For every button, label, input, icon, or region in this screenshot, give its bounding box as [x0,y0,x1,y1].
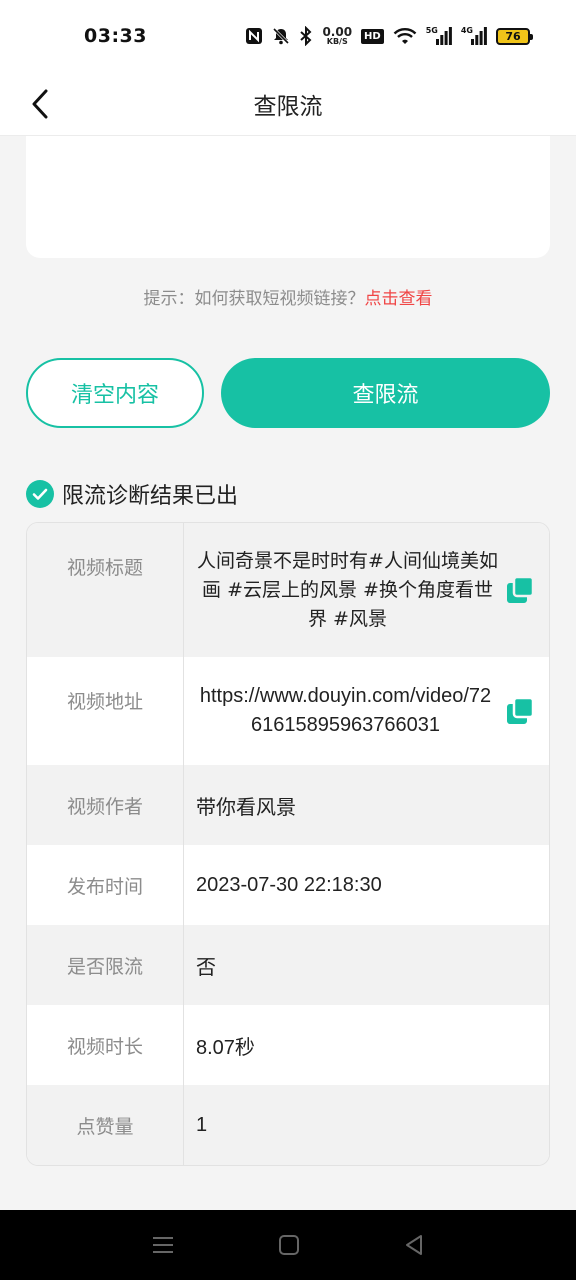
status-bar: 03:33 0.00 KB/S HD 5G 4G 76 [0,0,576,72]
table-row: 视频地址 https://www.douyin.com/video/726161… [27,657,549,765]
row-value: 人间奇景不是时时有#人间仙境美如画 #云层上的风景 #换个角度看世界 #风景 [184,523,549,657]
row-label: 发布时间 [27,845,184,925]
table-row: 视频作者 带你看风景 [27,765,549,845]
throttled-value: 否 [196,956,216,979]
row-label: 视频标题 [27,523,184,657]
back-button[interactable] [20,82,60,126]
back-triangle-icon[interactable] [404,1234,424,1256]
table-row: 视频时长 8.07秒 [27,1005,549,1085]
status-time: 03:33 [84,25,147,47]
mute-bell-icon [272,27,290,45]
hint-text: 提示：如何获取短视频链接？点击查看 [143,289,433,309]
status-icons: 0.00 KB/S HD 5G 4G 76 [245,25,533,46]
home-icon[interactable] [278,1234,300,1256]
page-title: 查限流 [253,93,323,120]
signal-5g-icon: 5G [426,26,452,45]
battery-icon: 76 [496,27,533,45]
copy-icon[interactable] [505,575,535,605]
hd-icon: HD [361,28,384,44]
row-label: 是否限流 [27,925,184,1005]
result-header: 限流诊断结果已出 [26,478,238,510]
bluetooth-icon [299,26,313,46]
query-throttle-button[interactable]: 查限流 [221,358,550,428]
result-title: 限流诊断结果已出 [62,484,239,509]
publish-time-value: 2023-07-30 22:18:30 [196,873,382,896]
menu-icon[interactable] [152,1235,174,1255]
nfc-icon [245,27,263,45]
row-label: 视频时长 [27,1005,184,1085]
row-label: 视频地址 [27,657,184,765]
row-label: 点赞量 [27,1085,184,1165]
chevron-left-icon [32,89,48,119]
table-row: 是否限流 否 [27,925,549,1005]
link-input-area[interactable] [26,136,550,258]
video-url-value: https://www.douyin.com/video/72616158959… [199,685,492,736]
result-table: 视频标题 人间奇景不是时时有#人间仙境美如画 #云层上的风景 #换个角度看世界 … [26,522,550,1166]
video-author-value: 带你看风景 [196,796,296,819]
nav-bar: 查限流 [0,72,576,136]
duration-value: 8.07秒 [196,1036,255,1059]
signal-4g-icon: 4G [461,26,487,45]
likes-value: 1 [196,1113,208,1136]
copy-icon[interactable] [505,696,535,726]
clear-content-button[interactable]: 清空内容 [26,358,204,428]
table-row: 发布时间 2023-07-30 22:18:30 [27,845,549,925]
view-help-link[interactable]: 点击查看 [365,289,433,309]
video-title-value: 人间奇景不是时时有#人间仙境美如画 #云层上的风景 #换个角度看世界 #风景 [197,549,498,630]
check-icon [26,480,54,508]
table-row: 视频标题 人间奇景不是时时有#人间仙境美如画 #云层上的风景 #换个角度看世界 … [27,523,549,657]
net-speed: 0.00 KB/S [322,25,353,46]
table-row: 点赞量 1 [27,1085,549,1165]
system-nav-bar [0,1210,576,1280]
row-value: https://www.douyin.com/video/72616158959… [184,657,549,765]
wifi-icon [393,27,417,45]
row-label: 视频作者 [27,765,184,845]
